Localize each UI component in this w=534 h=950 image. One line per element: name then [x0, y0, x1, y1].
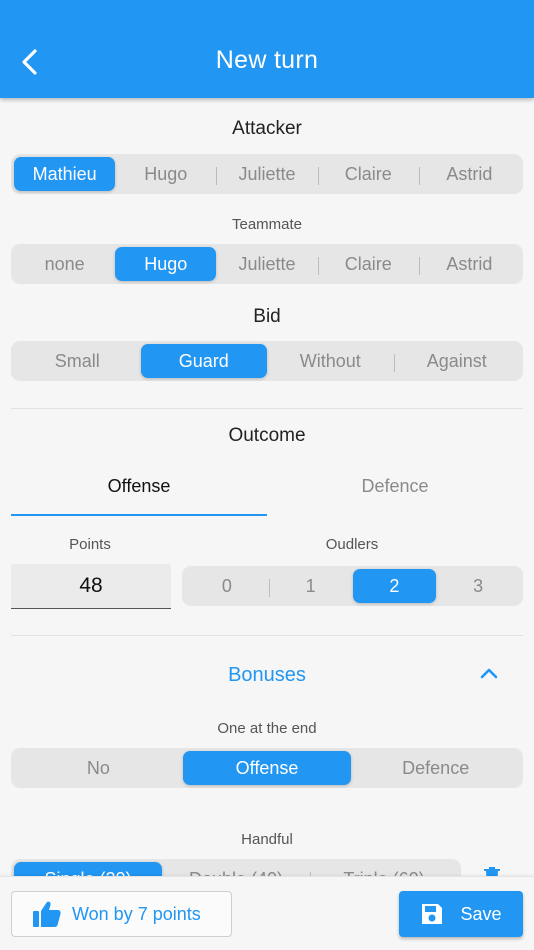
- attacker-option[interactable]: Astrid: [418, 157, 520, 191]
- result-label: Won by 7 points: [72, 903, 201, 924]
- teammate-selector: none Hugo Juliette Claire Astrid: [11, 244, 523, 284]
- outcome-label: Outcome: [228, 425, 306, 446]
- one-at-end-selector: No Offense Defence: [11, 748, 523, 788]
- handful-option[interactable]: Single (20): [14, 862, 162, 876]
- handful-option[interactable]: Triple (60): [310, 862, 458, 876]
- attacker-option[interactable]: Hugo: [115, 157, 216, 191]
- bid-option[interactable]: Against: [393, 344, 521, 378]
- tab-offense[interactable]: Offense: [11, 462, 267, 516]
- teammate-option[interactable]: Astrid: [418, 247, 520, 281]
- floppy-disk-icon: [422, 904, 443, 924]
- attacker-option[interactable]: Claire: [317, 157, 419, 191]
- divider: [11, 635, 523, 636]
- oudlers-option[interactable]: 1: [268, 569, 353, 603]
- tab-defence[interactable]: Defence: [267, 462, 523, 516]
- one-at-end-option[interactable]: Offense: [182, 751, 352, 785]
- handful-label: Handful: [241, 831, 293, 848]
- one-at-end-option[interactable]: No: [14, 751, 183, 785]
- app-bar: New turn: [0, 0, 534, 98]
- bonuses-expander[interactable]: Bonuses: [0, 654, 534, 698]
- handful-option[interactable]: Double (40): [162, 862, 310, 877]
- one-at-end-option[interactable]: Defence: [351, 751, 520, 785]
- bid-option[interactable]: Guard: [140, 344, 267, 378]
- page-title: New turn: [215, 46, 319, 74]
- oudlers-label: Oudlers: [325, 536, 379, 553]
- trash-icon: [484, 867, 500, 876]
- one-at-end-label: One at the end: [217, 720, 317, 737]
- handful-selector: Single (20) Double (40) Triple (60): [11, 859, 461, 876]
- attacker-label: Attacker: [232, 118, 302, 139]
- form-content: Attacker Mathieu Hugo Juliette Claire As…: [0, 98, 534, 876]
- bid-label: Bid: [253, 306, 281, 327]
- save-button[interactable]: Save: [399, 891, 523, 937]
- teammate-label: Teammate: [231, 216, 303, 233]
- oudlers-option[interactable]: 0: [185, 569, 269, 603]
- bid-option[interactable]: Small: [14, 344, 141, 378]
- teammate-option[interactable]: none: [14, 247, 115, 281]
- attacker-option[interactable]: Juliette: [216, 157, 317, 191]
- teammate-option[interactable]: Claire: [317, 247, 419, 281]
- points-input[interactable]: 48: [11, 564, 171, 609]
- outcome-tabs: Offense Defence: [11, 462, 523, 516]
- chevron-up-icon: [480, 668, 498, 679]
- thumbs-up-icon: [33, 901, 61, 927]
- bid-option[interactable]: Without: [267, 344, 394, 378]
- teammate-option[interactable]: Juliette: [216, 247, 317, 281]
- result-button[interactable]: Won by 7 points: [11, 891, 232, 937]
- oudlers-option[interactable]: 2: [352, 569, 437, 603]
- teammate-option[interactable]: Hugo: [115, 247, 217, 281]
- attacker-option[interactable]: Mathieu: [14, 157, 116, 191]
- bonuses-title: Bonuses: [228, 664, 306, 686]
- oudlers-selector: 0 1 2 3: [182, 566, 523, 606]
- save-label: Save: [460, 903, 502, 924]
- bottom-bar: Won by 7 points Save: [0, 876, 534, 950]
- attacker-selector: Mathieu Hugo Juliette Claire Astrid: [11, 154, 523, 194]
- clear-handful-button[interactable]: [480, 864, 504, 876]
- points-label: Points: [69, 536, 111, 553]
- oudlers-option[interactable]: 3: [436, 569, 520, 603]
- divider: [11, 408, 523, 409]
- bid-selector: Small Guard Without Against: [11, 341, 523, 381]
